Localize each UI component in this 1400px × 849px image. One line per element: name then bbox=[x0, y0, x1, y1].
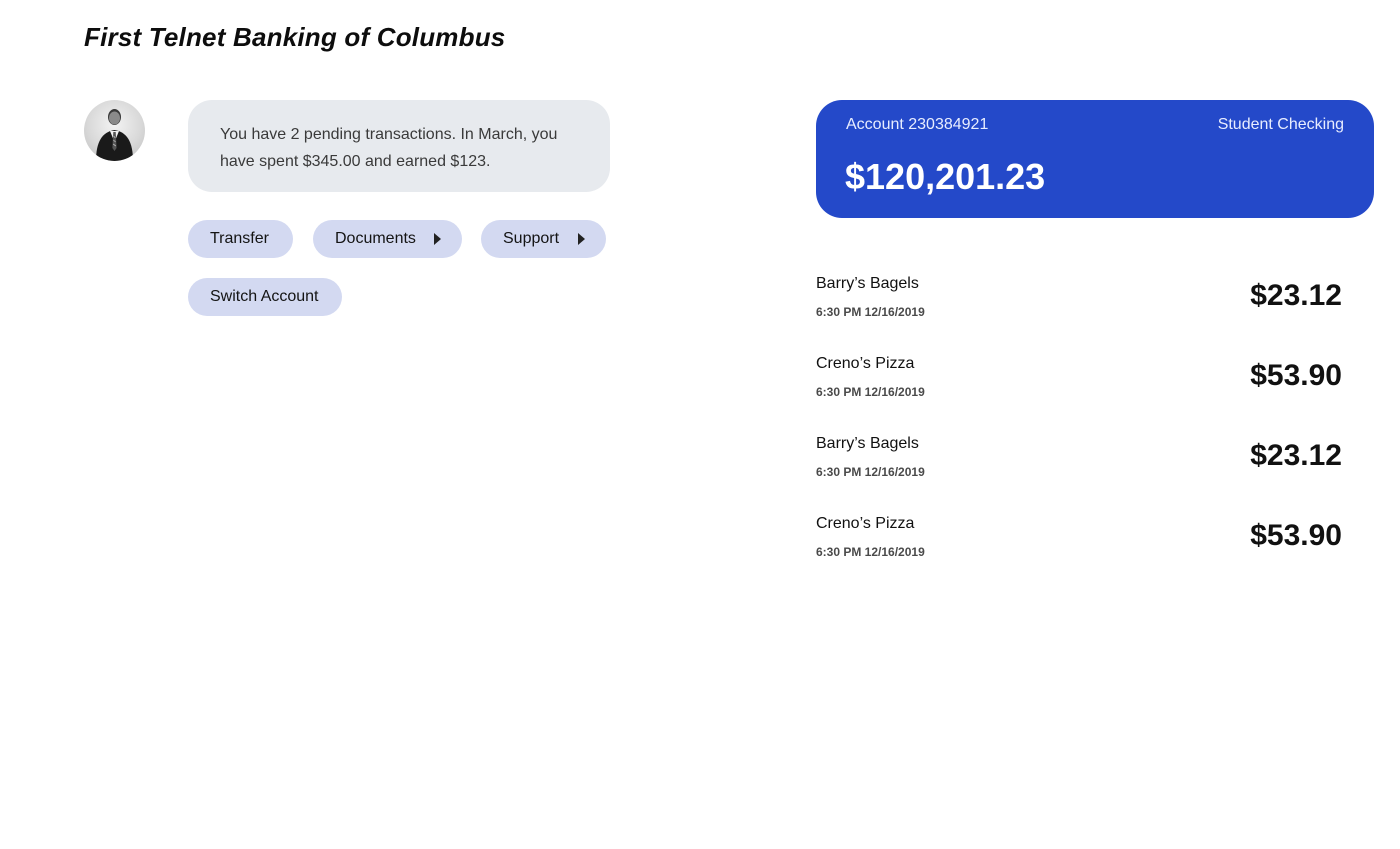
account-number: Account 230384921 bbox=[846, 116, 989, 133]
account-balance: $120,201.23 bbox=[845, 156, 1046, 197]
caret-right-icon bbox=[434, 233, 441, 245]
support-label: Support bbox=[503, 230, 560, 247]
assistant-avatar bbox=[84, 100, 145, 161]
transaction-amount: $23.12 bbox=[1250, 279, 1342, 312]
app-title: First Telnet Banking of Columbus bbox=[84, 22, 506, 52]
transaction-amount: $53.90 bbox=[1250, 359, 1342, 392]
transaction-time: 6:30 PM 12/16/2019 bbox=[816, 305, 925, 319]
assistant-message-text: You have 2 pending transactions. In Marc… bbox=[220, 126, 558, 170]
transaction-row[interactable]: Barry’s Bagels 6:30 PM 12/16/2019 $23.12 bbox=[816, 272, 1342, 352]
transaction-row[interactable]: Creno’s Pizza 6:30 PM 12/16/2019 $53.90 bbox=[816, 512, 1342, 592]
transaction-merchant: Creno’s Pizza bbox=[816, 355, 915, 372]
transaction-amount: $23.12 bbox=[1250, 439, 1342, 472]
transfer-button[interactable]: Transfer bbox=[188, 220, 293, 258]
transaction-list: Barry’s Bagels 6:30 PM 12/16/2019 $23.12… bbox=[816, 272, 1342, 592]
assistant-message-bubble: You have 2 pending transactions. In Marc… bbox=[188, 100, 610, 192]
avatar-photo bbox=[96, 109, 133, 161]
transaction-amount: $53.90 bbox=[1250, 519, 1342, 552]
account-card[interactable]: Account 230384921 Student Checking $120,… bbox=[816, 100, 1374, 218]
account-type: Student Checking bbox=[1217, 116, 1344, 133]
transfer-label: Transfer bbox=[210, 230, 269, 247]
support-button[interactable]: Support bbox=[481, 220, 606, 258]
transaction-time: 6:30 PM 12/16/2019 bbox=[816, 465, 925, 479]
transaction-row[interactable]: Barry’s Bagels 6:30 PM 12/16/2019 $23.12 bbox=[816, 432, 1342, 512]
transaction-time: 6:30 PM 12/16/2019 bbox=[816, 545, 925, 559]
documents-button[interactable]: Documents bbox=[313, 220, 462, 258]
transaction-time: 6:30 PM 12/16/2019 bbox=[816, 385, 925, 399]
documents-label: Documents bbox=[335, 230, 416, 247]
caret-right-icon bbox=[578, 233, 585, 245]
transaction-row[interactable]: Creno’s Pizza 6:30 PM 12/16/2019 $53.90 bbox=[816, 352, 1342, 432]
transaction-merchant: Barry’s Bagels bbox=[816, 275, 919, 292]
switch-account-label: Switch Account bbox=[210, 288, 319, 305]
transaction-merchant: Barry’s Bagels bbox=[816, 435, 919, 452]
switch-account-button[interactable]: Switch Account bbox=[188, 278, 342, 316]
transaction-merchant: Creno’s Pizza bbox=[816, 515, 915, 532]
